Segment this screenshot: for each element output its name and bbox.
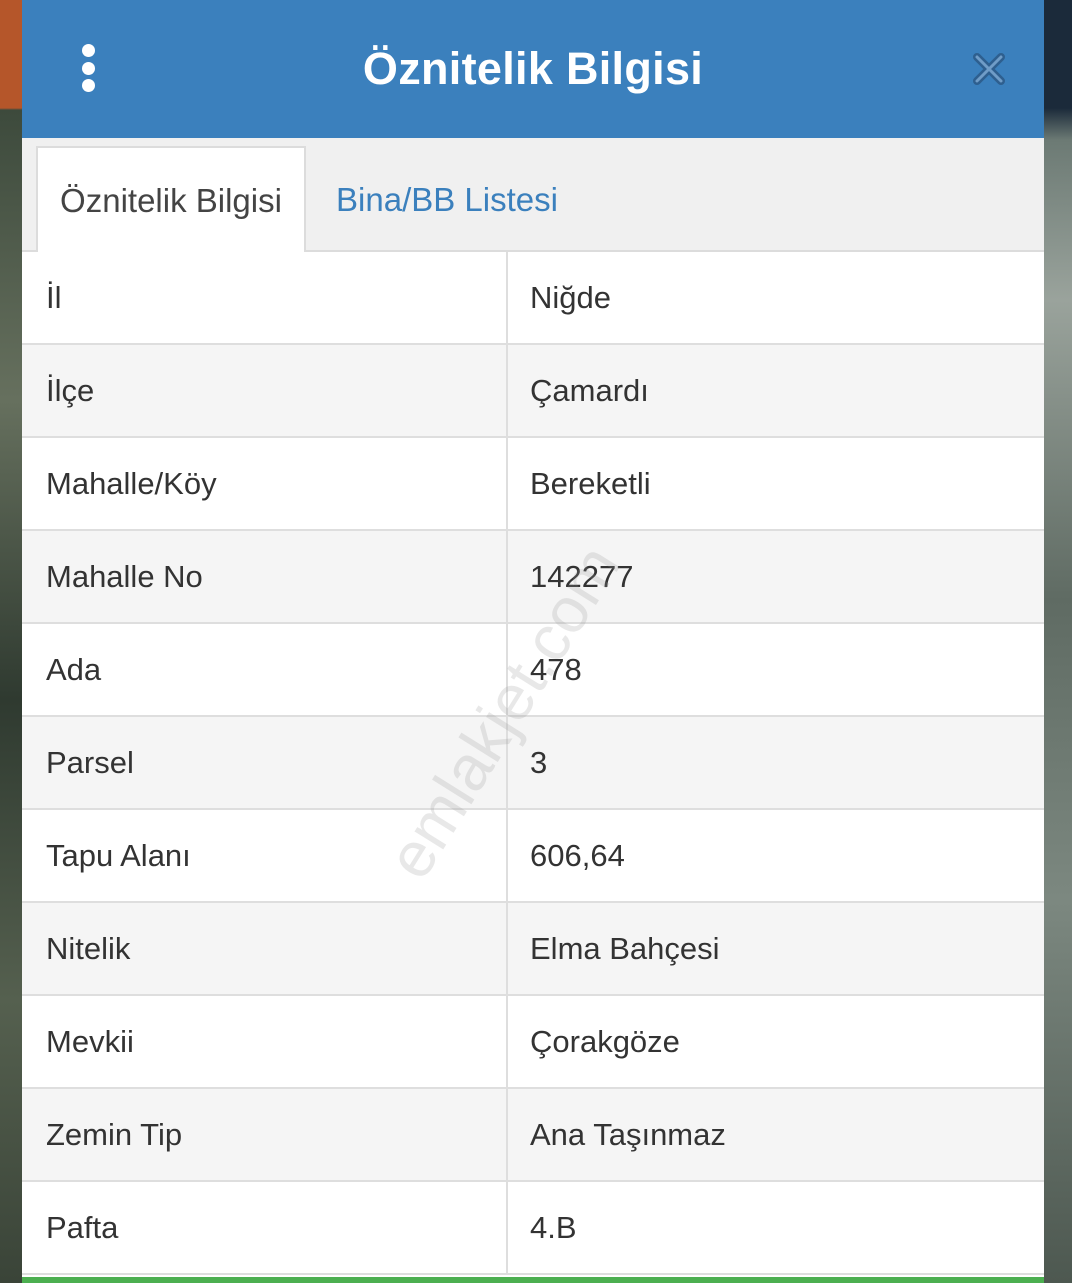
row-key: Ada xyxy=(22,624,508,715)
table-row: Pafta 4.B xyxy=(22,1182,1044,1275)
row-value: Elma Bahçesi xyxy=(530,930,720,966)
row-value: Çorakgöze xyxy=(530,1023,680,1059)
tab-building-list[interactable]: Bina/BB Listesi xyxy=(322,148,572,252)
bottom-accent-bar xyxy=(22,1277,1044,1283)
row-key: Nitelik xyxy=(22,903,508,994)
tab-bar: Öznitelik Bilgisi Bina/BB Listesi xyxy=(22,138,1044,254)
table-row: Zemin Tip Ana Taşınmaz xyxy=(22,1089,1044,1182)
table-row: Tapu Alanı 606,64 xyxy=(22,810,1044,903)
panel-title: Öznitelik Bilgisi xyxy=(362,43,704,94)
row-key: Mahalle No xyxy=(22,531,508,622)
row-value: 142277 xyxy=(530,558,634,594)
table-row: Mahalle/Köy Bereketli xyxy=(22,438,1044,531)
row-key: Mahalle/Köy xyxy=(22,438,508,529)
row-value: 4.B xyxy=(530,1209,577,1245)
map-background-right xyxy=(1044,0,1072,1283)
attribute-info-panel: Öznitelik Bilgisi Öznitelik Bilgisi Bina… xyxy=(22,0,1044,1283)
row-value: 478 xyxy=(530,651,582,687)
row-key: Pafta xyxy=(22,1182,508,1273)
table-row: Mahalle No 142277 xyxy=(22,531,1044,624)
map-background-left xyxy=(0,0,22,1283)
table-row: Mevkii Çorakgöze xyxy=(22,996,1044,1089)
tab-attribute-info[interactable]: Öznitelik Bilgisi xyxy=(36,146,306,254)
table-row: Parsel 3 xyxy=(22,717,1044,810)
panel-header: Öznitelik Bilgisi xyxy=(22,0,1044,138)
row-key: Tapu Alanı xyxy=(22,810,508,901)
row-key: Zemin Tip xyxy=(22,1089,508,1180)
table-row: Ada 478 xyxy=(22,624,1044,717)
row-key: Parsel xyxy=(22,717,508,808)
row-value: 3 xyxy=(530,744,548,780)
row-key: Mevkii xyxy=(22,996,508,1087)
table-row: Nitelik Elma Bahçesi xyxy=(22,903,1044,996)
kebab-menu-icon[interactable] xyxy=(80,44,96,92)
row-key: İlçe xyxy=(22,345,508,436)
row-value: 606,64 xyxy=(530,837,625,873)
close-icon[interactable] xyxy=(972,52,1006,86)
table-row: İlçe Çamardı xyxy=(22,345,1044,438)
attribute-table: İl Niğde İlçe Çamardı Mahalle/Köy Bereke… xyxy=(22,252,1044,1283)
table-row: İl Niğde xyxy=(22,252,1044,345)
row-value: Çamardı xyxy=(530,372,649,408)
row-value: Bereketli xyxy=(530,465,651,501)
row-value: Ana Taşınmaz xyxy=(530,1116,726,1152)
row-value: Niğde xyxy=(530,279,611,315)
row-key: İl xyxy=(22,252,508,343)
